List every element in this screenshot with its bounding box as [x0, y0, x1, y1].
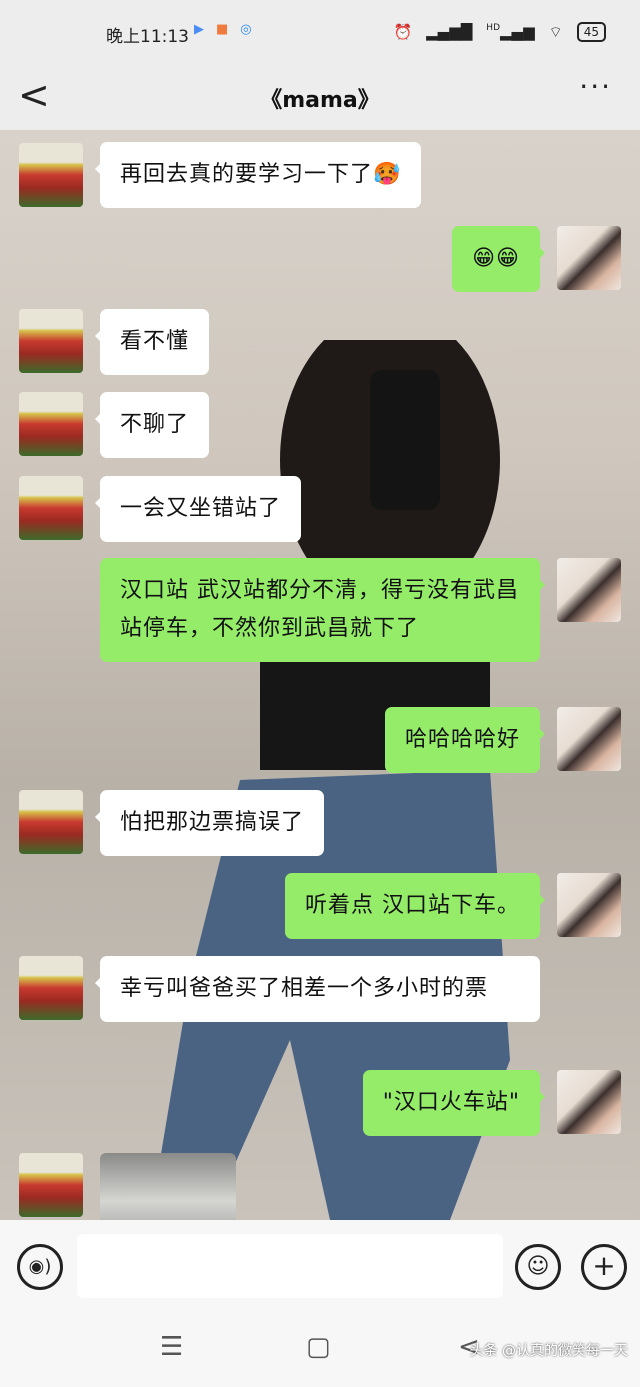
- browser-icon: ◎: [240, 22, 252, 37]
- chat-area[interactable]: 再回去真的要学习一下了🥵 😁😁 看不懂 不聊了 一会又坐错站了 汉口站 武汉站都…: [0, 130, 640, 1220]
- message-bubble[interactable]: 听着点 汉口站下车。: [285, 873, 545, 939]
- image-message[interactable]: [100, 1153, 236, 1220]
- play-icon: ▶: [194, 22, 204, 37]
- message-bubble[interactable]: 一会又坐错站了: [94, 476, 302, 542]
- menu-icon[interactable]: ☰: [160, 1332, 183, 1362]
- message-bubble[interactable]: 幸亏叫爸爸买了相差一个多小时的票: [95, 956, 540, 1022]
- avatar[interactable]: [19, 790, 83, 854]
- mail-icon: ■: [216, 22, 229, 37]
- home-icon[interactable]: ▢: [306, 1332, 331, 1362]
- message-input[interactable]: [77, 1234, 503, 1298]
- input-bar: ◉) ☺ +: [0, 1220, 640, 1320]
- wifi-icon: ⌔: [548, 22, 563, 41]
- hd-signal-icon: HD▂▄▆: [486, 23, 535, 41]
- voice-button[interactable]: ◉): [17, 1244, 63, 1290]
- message-bubble[interactable]: 再回去真的要学习一下了🥵: [94, 142, 422, 208]
- status-time: 晚上11:13: [106, 27, 189, 47]
- emoji-button[interactable]: ☺: [515, 1244, 561, 1290]
- watermark: 头条 @认真的微笑每一天: [469, 1343, 628, 1359]
- message-bubble[interactable]: 怕把那边票搞误了: [94, 790, 325, 856]
- message-bubble[interactable]: 不聊了: [94, 392, 210, 458]
- avatar[interactable]: [557, 707, 621, 771]
- more-options-button[interactable]: ···: [579, 70, 612, 103]
- notification-icons: ▶ ■ ◎: [194, 22, 264, 37]
- avatar[interactable]: [19, 956, 83, 1020]
- message-bubble[interactable]: 汉口站 武汉站都分不清，得亏没有武昌站停车，不然你到武昌就下了: [100, 558, 545, 662]
- avatar[interactable]: [19, 143, 83, 207]
- alarm-icon: ⏰: [393, 23, 413, 41]
- status-indicators: ⏰ ▂▄▆█ HD▂▄▆ ⌔ 45: [393, 22, 606, 42]
- plus-button[interactable]: +: [581, 1244, 627, 1290]
- message-bubble[interactable]: 哈哈哈哈好: [384, 707, 546, 773]
- chat-title: 《mama》: [260, 88, 380, 113]
- message-bubble[interactable]: "汉口火车站": [362, 1070, 546, 1136]
- avatar[interactable]: [557, 558, 621, 622]
- status-bar: 晚上11:13 ▶ ■ ◎ ⏰ ▂▄▆█ HD▂▄▆ ⌔ 45: [0, 0, 640, 68]
- message-bubble[interactable]: 看不懂: [94, 309, 210, 375]
- avatar[interactable]: [19, 476, 83, 540]
- avatar[interactable]: [557, 1070, 621, 1134]
- avatar[interactable]: [19, 309, 83, 373]
- avatar[interactable]: [557, 226, 621, 290]
- chat-header: < 《mama》 ···: [0, 68, 640, 130]
- avatar[interactable]: [19, 1153, 83, 1217]
- message-bubble[interactable]: 😁😁: [452, 226, 545, 292]
- avatar[interactable]: [557, 873, 621, 937]
- signal-icon: ▂▄▆█: [426, 23, 473, 41]
- battery-icon: 45: [576, 22, 606, 42]
- avatar[interactable]: [19, 392, 83, 456]
